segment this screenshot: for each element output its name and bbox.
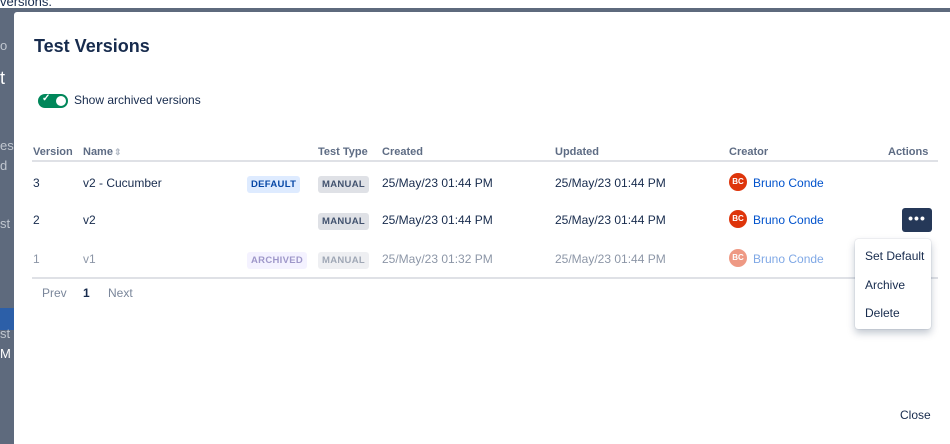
dialog-title: Test Versions xyxy=(34,36,150,56)
pagination-prev[interactable]: Prev xyxy=(42,286,67,300)
pagination-next[interactable]: Next xyxy=(108,286,133,300)
show-archived-label: Show archived versions xyxy=(74,93,201,107)
test-type-badge: MANUAL xyxy=(318,252,369,269)
pagination-page-1[interactable]: 1 xyxy=(83,286,90,300)
creator-link[interactable]: Bruno Conde xyxy=(753,213,824,227)
show-archived-toggle[interactable]: ✓ xyxy=(38,93,68,108)
column-header-creator: Creator xyxy=(729,146,769,158)
avatar: BC xyxy=(729,210,747,228)
version-name: v2 - Cucumber xyxy=(83,176,162,190)
version-number: 3 xyxy=(33,176,40,190)
archived-badge: ARCHIVED xyxy=(247,252,308,269)
background-text-fragment: st xyxy=(0,326,11,341)
background-text-fragment: st xyxy=(0,216,11,231)
updated-date: 25/May/23 01:44 PM xyxy=(555,252,666,266)
close-button[interactable]: Close xyxy=(900,408,931,422)
sort-icon: ⇕ xyxy=(113,147,122,157)
check-icon: ✓ xyxy=(42,93,51,104)
created-date: 25/May/23 01:44 PM xyxy=(382,213,493,227)
created-date: 25/May/23 01:32 PM xyxy=(382,252,493,266)
background-text-fragment: es xyxy=(0,138,14,153)
column-header-updated: Updated xyxy=(555,146,599,158)
table-header-divider xyxy=(32,160,938,162)
creator-link[interactable]: Bruno Conde xyxy=(753,176,824,190)
version-name: v1 xyxy=(83,252,96,266)
column-header-test-type: Test Type xyxy=(318,146,368,158)
default-badge: DEFAULT xyxy=(247,176,301,193)
version-number: 2 xyxy=(33,213,40,227)
background-text-fragment: o xyxy=(0,38,8,53)
avatar: BC xyxy=(729,173,747,191)
column-header-name-label: Name xyxy=(83,146,113,158)
toggle-knob xyxy=(56,96,66,106)
column-header-name[interactable]: Name⇕ xyxy=(83,146,122,158)
background-text-fragment: t xyxy=(0,68,6,88)
avatar: BC xyxy=(729,249,747,267)
background-text-fragment: M xyxy=(0,346,11,361)
menu-item-set-default[interactable]: Set Default xyxy=(865,249,924,263)
menu-item-delete[interactable]: Delete xyxy=(865,306,900,320)
version-number: 1 xyxy=(33,252,40,266)
created-date: 25/May/23 01:44 PM xyxy=(382,176,493,190)
column-header-version: Version xyxy=(33,146,73,158)
version-name: v2 xyxy=(83,213,96,227)
more-actions-button[interactable]: ••• xyxy=(902,208,932,232)
test-versions-dialog: Test Versions ✓ Show archived versions V… xyxy=(14,12,950,444)
menu-item-archive[interactable]: Archive xyxy=(865,278,905,292)
background-text-fragment: d xyxy=(0,158,8,173)
table-bottom-divider xyxy=(32,277,938,279)
column-header-created: Created xyxy=(382,146,423,158)
updated-date: 25/May/23 01:44 PM xyxy=(555,213,666,227)
actions-menu: Set Default Archive Delete xyxy=(855,239,931,329)
test-type-badge: MANUAL xyxy=(318,213,369,230)
creator-link[interactable]: Bruno Conde xyxy=(753,252,824,266)
test-type-badge: MANUAL xyxy=(318,176,369,193)
updated-date: 25/May/23 01:44 PM xyxy=(555,176,666,190)
column-header-actions: Actions xyxy=(888,146,929,158)
